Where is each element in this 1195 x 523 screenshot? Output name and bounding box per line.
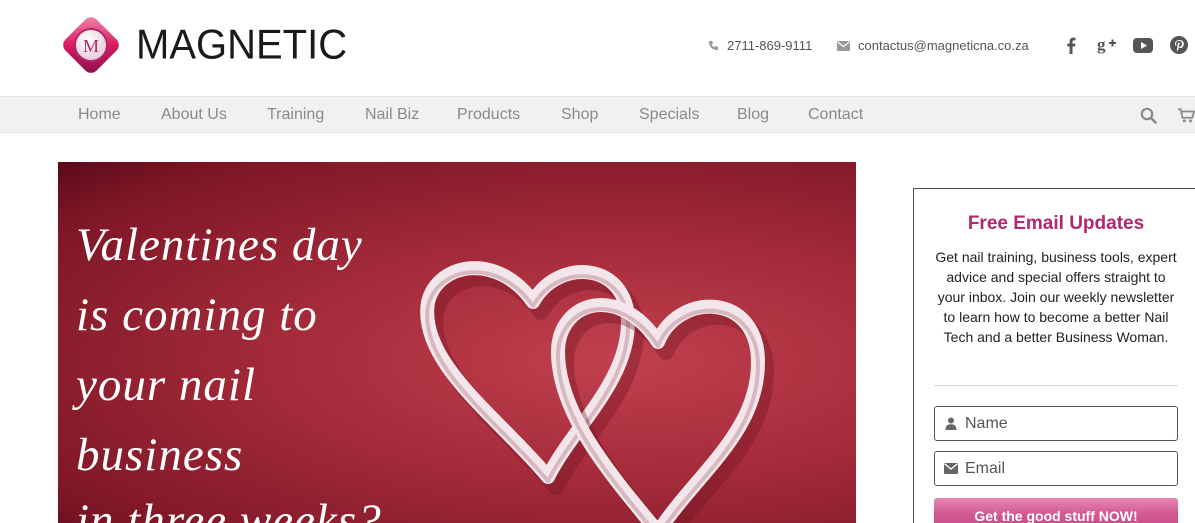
- newsletter-signup: Free Email Updates Get nail training, bu…: [913, 188, 1195, 523]
- user-icon: [943, 417, 959, 430]
- signup-description: Get nail training, business tools, exper…: [935, 249, 1177, 345]
- svg-text:M: M: [83, 36, 99, 56]
- hero-text-line: your nail: [76, 359, 257, 411]
- divider: [934, 385, 1178, 386]
- phone-icon: [708, 40, 719, 51]
- phone-number: 2711-869-9111: [727, 38, 813, 53]
- envelope-icon: [837, 40, 850, 51]
- email-field[interactable]: [934, 451, 1178, 486]
- hero-text-line: in three weeks?: [76, 495, 382, 523]
- envelope-icon: [943, 463, 959, 474]
- nav-about-us[interactable]: About Us: [161, 106, 227, 124]
- main-nav: Home About Us Training Nail Biz Products…: [0, 96, 1195, 133]
- nav-nail-biz[interactable]: Nail Biz: [365, 106, 419, 124]
- email-input[interactable]: [965, 459, 1165, 478]
- logo-text: MAGNETIC: [136, 21, 348, 68]
- nav-home[interactable]: Home: [78, 106, 121, 124]
- hero-text-line: is coming to: [76, 289, 318, 341]
- nav-training[interactable]: Training: [267, 106, 324, 124]
- name-input[interactable]: [965, 414, 1165, 433]
- pinterest-icon[interactable]: [1168, 34, 1190, 56]
- name-field[interactable]: [934, 406, 1178, 441]
- contact-phone[interactable]: 2711-869-9111: [708, 38, 812, 53]
- logo[interactable]: M MAGNETIC: [58, 12, 347, 78]
- nav-products[interactable]: Products: [457, 106, 520, 124]
- email-address: contactus@magneticna.co.za: [858, 38, 1029, 53]
- signup-title: Free Email Updates: [967, 213, 1145, 234]
- hero-banner[interactable]: Valentines day is coming to your nail bu…: [58, 162, 856, 523]
- svg-text:g: g: [1097, 36, 1106, 54]
- contact-email[interactable]: contactus@magneticna.co.za: [837, 38, 1029, 53]
- site-header: M MAGNETIC 2711-869-9111 contactus@magne…: [0, 0, 1195, 96]
- cart-icon[interactable]: [1178, 107, 1195, 129]
- nav-shop[interactable]: Shop: [561, 106, 598, 124]
- paper-hearts-image: [420, 261, 774, 523]
- nav-contact[interactable]: Contact: [808, 106, 863, 124]
- google-plus-icon[interactable]: g: [1096, 34, 1118, 56]
- hero-text-line: Valentines day: [76, 219, 363, 271]
- hero-text-line: business: [76, 429, 244, 481]
- search-icon[interactable]: [1140, 107, 1157, 129]
- nav-specials[interactable]: Specials: [639, 106, 699, 124]
- facebook-icon[interactable]: [1060, 34, 1082, 56]
- youtube-icon[interactable]: [1132, 34, 1154, 56]
- nav-blog[interactable]: Blog: [737, 106, 769, 124]
- logo-mark-icon: M: [58, 12, 124, 78]
- subscribe-button[interactable]: Get the good stuff NOW!: [934, 498, 1178, 523]
